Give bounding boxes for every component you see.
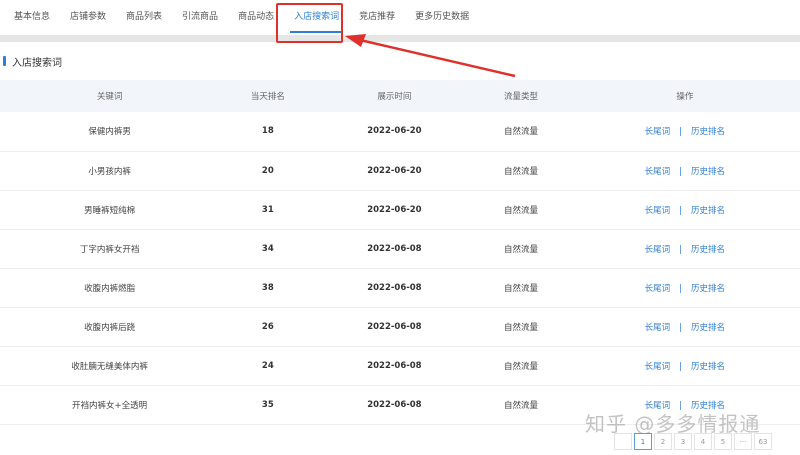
keyword-cell: 开裆内裤女+全透明 [0,385,220,425]
actions-cell: 长尾词 | 历史排名 [569,346,800,386]
action-separator: | [679,283,683,294]
traffic-type-cell: 自然流量 [472,346,570,386]
long-tail-link[interactable]: 长尾词 [645,245,671,255]
keyword-table: 关键词 当天排名 展示时间 流量类型 操作 保健内裤男 18 2022-06-20 自然流量长… [0,80,800,425]
date-cell: 2022-06-20 [316,151,473,191]
history-rank-link[interactable]: 历史排名 [691,127,725,137]
section-title: 入店搜索词 [12,57,62,69]
table-row: 收腹内裤后跷 26 2022-06-08 自然流量 长尾词 | 历史排名 [0,307,800,347]
rank-cell: 18 [219,112,317,152]
rank-cell: 38 [219,268,317,308]
actions-cell: 长尾词 | 历史排名 [569,268,800,308]
history-rank-link[interactable]: 历史排名 [691,206,725,216]
tab-2[interactable]: 商品列表 [116,0,172,35]
keyword-cell: 保健内裤男 [0,112,220,152]
date-cell: 2022-06-20 [316,112,473,152]
table-row: 男睡裤短纯棉 31 2022-06-20 自然流量 长尾词 | 历史排名 [0,190,800,230]
page-button-6[interactable]: 63 [754,433,772,450]
action-separator: | [679,361,683,372]
tab-7[interactable]: 更多历史数据 [405,0,479,35]
tab-3[interactable]: 引流商品 [172,0,228,35]
tab-0[interactable]: 基本信息 [4,0,60,35]
keyword-cell: 小男孩内裤 [0,151,220,191]
action-separator: | [679,244,683,255]
tab-4[interactable]: 商品动态 [228,0,284,35]
date-cell: 2022-06-08 [316,385,473,425]
section-header: 入店搜索词 [0,42,800,80]
page-button-2[interactable]: 3 [674,433,692,450]
column-header: 流量类型 [472,80,570,112]
long-tail-link[interactable]: 长尾词 [645,127,671,137]
rank-cell: 24 [219,346,317,386]
traffic-type-cell: 自然流量 [472,268,570,308]
rank-cell: 34 [219,229,317,269]
traffic-type-cell: 自然流量 [472,307,570,347]
traffic-type-cell: 自然流量 [472,385,570,425]
column-header: 展示时间 [316,80,473,112]
page-button-1[interactable]: 2 [654,433,672,450]
prev-page-button[interactable] [614,433,632,450]
rank-cell: 20 [219,151,317,191]
date-cell: 2022-06-08 [316,229,473,269]
actions-cell: 长尾词 | 历史排名 [569,151,800,191]
history-rank-link[interactable]: 历史排名 [691,323,725,333]
tab-5[interactable]: 入店搜索词 [284,0,349,35]
actions-cell: 长尾词 | 历史排名 [569,190,800,230]
actions-cell: 长尾词 | 历史排名 [569,229,800,269]
divider [0,35,800,42]
actions-cell: 长尾词 | 历史排名 [569,307,800,347]
tab-bar: 基本信息 店铺参数 商品列表 引流商品 商品动态 入店搜索词 竞店推荐 更多历史数据 [0,0,800,35]
tab-1[interactable]: 店铺参数 [60,0,116,35]
title-accent-bar [3,56,6,66]
actions-cell: 长尾词 | 历史排名 [569,112,800,152]
rank-cell: 35 [219,385,317,425]
traffic-type-cell: 自然流量 [472,112,570,152]
column-header: 操作 [569,80,800,112]
keyword-cell: 收腹内裤燃脂 [0,268,220,308]
keyword-cell: 丁字内裤女开裆 [0,229,220,269]
history-rank-link[interactable]: 历史排名 [691,284,725,294]
long-tail-link[interactable]: 长尾词 [645,362,671,372]
column-header: 当天排名 [219,80,317,112]
table-row: 丁字内裤女开裆 34 2022-06-08 自然流量 长尾词 | 历史排名 [0,229,800,269]
tab-6[interactable]: 竞店推荐 [349,0,405,35]
long-tail-link[interactable]: 长尾词 [645,284,671,294]
table-row: 收腹内裤燃脂 38 2022-06-08 自然流量 长尾词 | 历史排名 [0,268,800,308]
long-tail-link[interactable]: 长尾词 [645,206,671,216]
rank-cell: 31 [219,190,317,230]
keyword-cell: 收肚腩无缝美体内裤 [0,346,220,386]
traffic-type-cell: 自然流量 [472,190,570,230]
page-button-5[interactable]: ··· [734,433,752,450]
long-tail-link[interactable]: 长尾词 [645,167,671,177]
history-rank-link[interactable]: 历史排名 [691,167,725,177]
keyword-cell: 收腹内裤后跷 [0,307,220,347]
action-separator: | [679,205,683,216]
page-button-0[interactable]: 1 [634,433,652,450]
traffic-type-cell: 自然流量 [472,151,570,191]
pagination: 1 2 3 4 5 ··· 63 [614,433,772,450]
long-tail-link[interactable]: 长尾词 [645,323,671,333]
column-header: 关键词 [0,80,220,112]
action-separator: | [679,322,683,333]
action-separator: | [679,166,683,177]
date-cell: 2022-06-08 [316,346,473,386]
table-row: 收肚腩无缝美体内裤 24 2022-06-08 自然流量 长尾词 | 历史排名 [0,346,800,386]
rank-cell: 26 [219,307,317,347]
page-button-3[interactable]: 4 [694,433,712,450]
page-button-4[interactable]: 5 [714,433,732,450]
date-cell: 2022-06-08 [316,307,473,347]
table-row: 保健内裤男 18 2022-06-20 自然流量 长尾词 | 历史排名 [0,112,800,152]
history-rank-link[interactable]: 历史排名 [691,245,725,255]
table-row: 小男孩内裤 20 2022-06-20 自然流量 长尾词 | 历史排名 [0,151,800,191]
history-rank-link[interactable]: 历史排名 [691,362,725,372]
date-cell: 2022-06-08 [316,268,473,308]
action-separator: | [679,127,683,138]
traffic-type-cell: 自然流量 [472,229,570,269]
keyword-cell: 男睡裤短纯棉 [0,190,220,230]
date-cell: 2022-06-20 [316,190,473,230]
